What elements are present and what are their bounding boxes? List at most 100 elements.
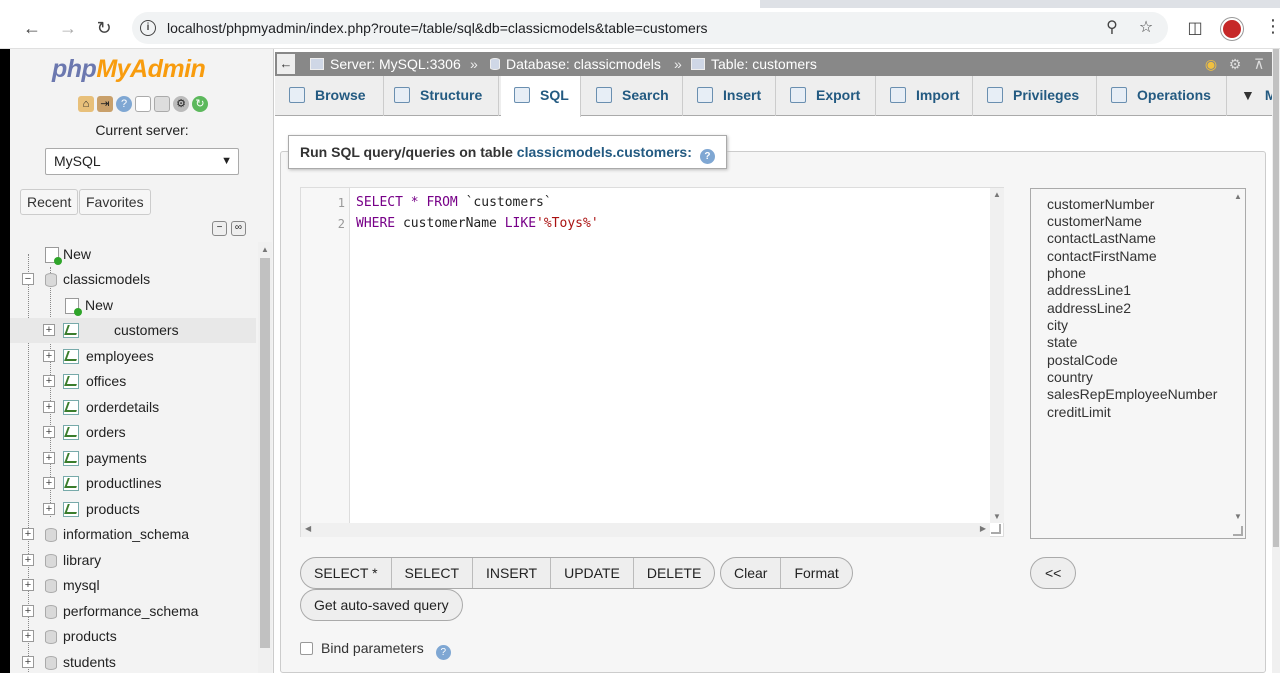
expand-icon[interactable]: + — [22, 528, 34, 540]
tree-item-customers[interactable]: + customers — [10, 318, 256, 343]
column-list-scrollbar[interactable]: ▲ ▼ — [1231, 189, 1245, 524]
tree-label[interactable]: library — [63, 548, 101, 573]
tree-label[interactable]: information_schema — [63, 522, 189, 547]
collapse-top-icon[interactable]: ⊼ — [1251, 56, 1267, 72]
collapse-icon[interactable]: − — [22, 273, 34, 285]
clear-button[interactable]: Clear — [721, 558, 782, 588]
column-option[interactable]: city — [1047, 317, 1068, 334]
tab-browse[interactable]: Browse — [289, 76, 384, 116]
tree-label[interactable]: classicmodels — [63, 267, 150, 292]
tree-item-products-db[interactable]: + products — [10, 624, 256, 649]
link-with-main-icon[interactable]: ∞ — [231, 221, 246, 236]
scroll-left-arrow-icon[interactable]: ◀ — [305, 524, 311, 533]
tree-label[interactable]: products — [63, 624, 117, 649]
help-icon[interactable]: ? — [116, 96, 132, 112]
breadcrumb-table[interactable]: Table: customers — [691, 52, 817, 76]
bind-parameters-option[interactable]: Bind parameters? — [300, 639, 451, 660]
expand-icon[interactable]: + — [43, 426, 55, 438]
help-icon[interactable]: ? — [435, 645, 451, 660]
settings-gear-icon[interactable]: ⚙ — [173, 96, 189, 112]
logout-icon[interactable]: ⇥ — [97, 96, 113, 112]
scroll-up-arrow-icon[interactable]: ▲ — [1234, 192, 1242, 201]
scroll-up-arrow-icon[interactable]: ▲ — [261, 245, 269, 254]
tab-insert[interactable]: Insert — [683, 76, 776, 116]
address-bar[interactable]: i localhost/phpmyadmin/index.php?route=/… — [132, 12, 1168, 44]
expand-icon[interactable]: + — [22, 656, 34, 668]
tree-item-classicmodels[interactable]: − classicmodels — [10, 267, 256, 292]
tree-item-employees[interactable]: + employees — [10, 344, 256, 369]
page-scrollbar[interactable] — [1272, 49, 1280, 673]
collapse-nav-arrow-icon[interactable]: ← — [277, 54, 295, 74]
tree-item-offices[interactable]: + offices — [10, 369, 256, 394]
tree-label[interactable]: performance_schema — [63, 599, 198, 624]
column-option[interactable]: addressLine2 — [1047, 300, 1131, 317]
column-option[interactable]: customerName — [1047, 213, 1142, 230]
column-list[interactable]: customerNumber customerName contactLastN… — [1030, 188, 1246, 539]
editor-horizontal-scrollbar[interactable]: ◀ ▶ — [301, 523, 990, 537]
tree-label[interactable]: New — [63, 242, 91, 267]
help-icon[interactable]: ? — [699, 149, 715, 164]
insert-button[interactable]: INSERT — [473, 558, 552, 588]
tree-label[interactable]: payments — [86, 446, 147, 471]
format-button[interactable]: Format — [781, 558, 851, 588]
tree-item-payments[interactable]: + payments — [10, 446, 256, 471]
scroll-down-arrow-icon[interactable]: ▼ — [993, 512, 1001, 521]
lock-icon[interactable]: ◉ — [1203, 56, 1219, 72]
tab-export[interactable]: Export — [776, 76, 876, 116]
tree-label[interactable]: offices — [86, 369, 126, 394]
tab-recent[interactable]: Recent — [20, 189, 79, 215]
tab-operations[interactable]: Operations — [1097, 76, 1227, 116]
collapse-all-icon[interactable]: − — [212, 221, 227, 236]
tree-label[interactable]: products — [86, 497, 140, 522]
breadcrumb-database[interactable]: Database: classicmodels — [490, 52, 661, 76]
phpmyadmin-logo[interactable]: phpMyAdmin — [52, 55, 206, 84]
tree-label[interactable]: orderdetails — [86, 395, 159, 420]
column-option[interactable]: phone — [1047, 265, 1086, 282]
select-all-button[interactable]: SELECT * — [301, 558, 392, 588]
nav-scrollbar[interactable]: ▲ — [258, 242, 272, 673]
tree-label[interactable]: productlines — [86, 471, 162, 496]
tab-search[interactable]: Search — [582, 76, 683, 116]
get-auto-saved-query-button[interactable]: Get auto-saved query — [300, 589, 463, 621]
select-button[interactable]: SELECT — [392, 558, 474, 588]
column-option[interactable]: postalCode — [1047, 352, 1118, 369]
resize-grip-icon[interactable] — [991, 524, 1001, 534]
settings-gear-icon[interactable]: ⚙ — [1227, 56, 1243, 72]
code-line-2[interactable]: WHERE customerName LIKE'%Toys%' — [356, 216, 599, 231]
scroll-down-arrow-icon[interactable]: ▼ — [1234, 512, 1242, 521]
tree-label[interactable]: customers — [114, 318, 179, 343]
tree-label[interactable]: students — [63, 650, 116, 673]
tree-item-orderdetails[interactable]: + orderdetails — [10, 395, 256, 420]
scroll-thumb[interactable] — [1273, 49, 1279, 547]
editor-vertical-scrollbar[interactable]: ▲ ▼ — [990, 188, 1004, 523]
insert-column-button[interactable]: << — [1030, 557, 1077, 589]
tree-item-students[interactable]: + students — [10, 650, 256, 673]
column-option[interactable]: contactFirstName — [1047, 248, 1157, 265]
expand-icon[interactable]: + — [43, 375, 55, 387]
tree-item-information-schema[interactable]: + information_schema — [10, 522, 256, 547]
scroll-up-arrow-icon[interactable]: ▲ — [993, 190, 1001, 199]
tree-label[interactable]: New — [85, 293, 113, 318]
forward-arrow-icon[interactable]: → — [56, 17, 80, 41]
tree-item-mysql[interactable]: + mysql — [10, 573, 256, 598]
column-option[interactable]: country — [1047, 369, 1093, 386]
scroll-right-arrow-icon[interactable]: ▶ — [980, 524, 986, 533]
copy-icon[interactable] — [154, 96, 170, 112]
expand-icon[interactable]: + — [22, 605, 34, 617]
expand-icon[interactable]: + — [43, 324, 55, 336]
expand-icon[interactable]: + — [22, 554, 34, 566]
tab-structure[interactable]: Structure — [384, 76, 499, 116]
column-option[interactable]: state — [1047, 334, 1077, 351]
column-option[interactable]: creditLimit — [1047, 404, 1111, 421]
back-arrow-icon[interactable]: ← — [20, 17, 44, 41]
column-option[interactable]: contactLastName — [1047, 230, 1156, 247]
tree-item-productlines[interactable]: + productlines — [10, 471, 256, 496]
server-select[interactable]: MySQL ▼ — [45, 148, 239, 175]
column-option[interactable]: customerNumber — [1047, 196, 1154, 213]
tree-item-performance-schema[interactable]: + performance_schema — [10, 599, 256, 624]
code-line-1[interactable]: SELECT * FROM `customers` — [356, 195, 552, 210]
column-option[interactable]: salesRepEmployeeNumber — [1047, 386, 1217, 403]
side-panel-icon[interactable]: ◫ — [1184, 18, 1206, 40]
home-icon[interactable]: ⌂ — [78, 96, 94, 112]
expand-icon[interactable]: + — [22, 630, 34, 642]
